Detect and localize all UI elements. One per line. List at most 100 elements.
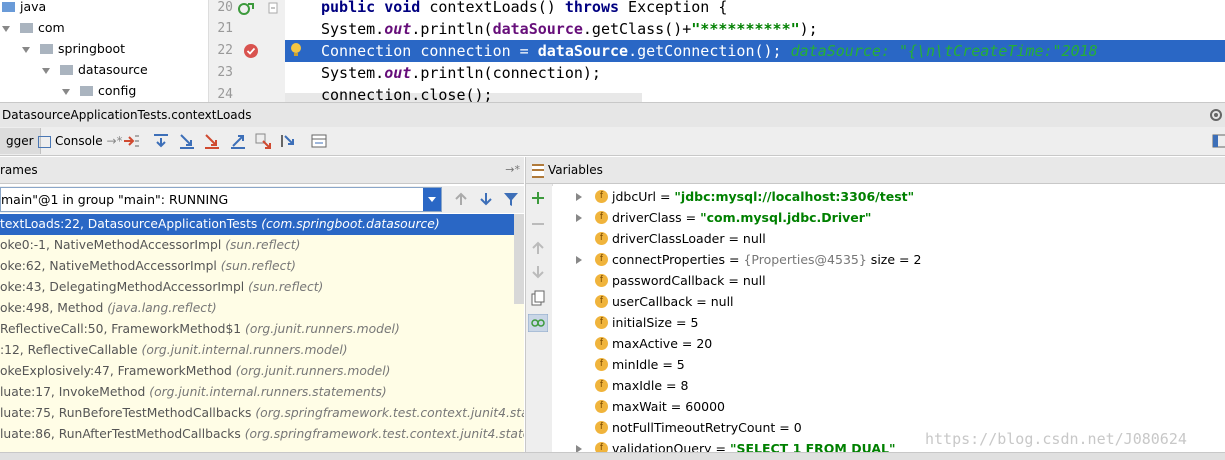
frames-list[interactable]: textLoads:22, DatasourceApplicationTests… [0,214,524,459]
copy-icon[interactable] [530,290,546,306]
frame-method: :12, ReflectiveCallable [0,343,138,357]
frame-item[interactable]: ReflectiveCall:50, FrameworkMethod$1 (or… [0,319,524,340]
expand-arrow-icon[interactable] [576,256,582,264]
drop-frame-icon[interactable] [254,132,272,150]
variable-row[interactable]: f driverClassLoader = null [552,228,1225,249]
frame-item[interactable]: luate:86, RunAfterTestMethodCallbacks (o… [0,424,524,445]
line-number: 21 [217,21,233,36]
next-frame-icon[interactable] [478,191,494,207]
chevron-down-icon[interactable] [22,46,30,53]
show-execution-point-icon[interactable] [122,132,140,150]
variable-name: maxWait [612,399,667,414]
field-icon: f [595,337,608,350]
variable-name: passwordCallback [612,273,725,288]
variables-list[interactable]: f jdbcUrl = "jdbc:mysql://localhost:3306/… [552,186,1225,459]
variable-row[interactable]: f jdbcUrl = "jdbc:mysql://localhost:3306/… [552,186,1225,207]
evaluate-expression-icon[interactable] [310,132,328,150]
variable-row[interactable]: f userCallback = null [552,291,1225,312]
frame-item[interactable]: luate:17, InvokeMethod (org.junit.intern… [0,382,524,403]
field-icon: f [595,316,608,329]
force-step-into-icon[interactable] [203,132,221,150]
variables-side-toolbar [525,184,553,459]
variable-equals: = [725,252,744,267]
variable-row[interactable]: f maxIdle = 8 [552,375,1225,396]
previous-frame-icon[interactable] [453,191,469,207]
variable-value: 8 [680,378,689,393]
chevron-down-icon[interactable] [423,188,441,211]
variable-size: size = 2 [866,252,922,267]
new-watch-icon[interactable] [530,190,546,206]
tab-console[interactable]: Console →* [32,128,129,154]
frame-item[interactable]: luate:75, RunBeforeTestMethodCallbacks (… [0,403,524,424]
expand-arrow-icon[interactable] [576,193,582,201]
thread-dropdown[interactable]: main"@1 in group "main": RUNNING [0,187,442,212]
folder-icon [40,43,53,54]
frame-package: (sun.reflect) [220,259,296,273]
run-method-icon[interactable] [237,1,255,17]
folder-icon [2,1,15,12]
remove-watch-icon[interactable] [530,216,546,232]
step-over-icon[interactable] [152,132,170,150]
variable-row[interactable]: f initialSize = 5 [552,312,1225,333]
step-out-icon[interactable] [229,132,247,150]
frame-item[interactable]: oke:62, NativeMethodAccessorImpl (sun.re… [0,256,524,277]
chevron-down-icon[interactable] [62,88,70,95]
folder-icon [60,64,73,75]
chevron-down-icon[interactable] [42,67,50,74]
layout-icon[interactable] [1212,132,1225,150]
frame-item[interactable]: textLoads:22, DatasourceApplicationTests… [0,214,524,235]
line-number: 20 [217,0,233,15]
variable-row[interactable]: f passwordCallback = null [552,270,1225,291]
frames-scrollbar[interactable] [514,214,524,304]
frame-item[interactable]: okeExplosively:47, FrameworkMethod (org.… [0,361,524,382]
frame-method: oke:43, DelegatingMethodAccessorImpl [0,280,245,294]
field-icon: f [595,295,608,308]
inline-debug-value: dataSource: "{\n\tCreateTime:"2018 [781,42,1098,60]
variable-equals: = [692,294,711,309]
variable-equals: = [677,336,697,351]
filter-icon[interactable] [503,191,519,207]
breakpoint-icon[interactable] [243,43,259,59]
code-line-21: System.out.println(dataSource.getClass()… [321,20,818,38]
move-up-icon[interactable] [530,240,546,256]
variable-value: 5 [690,315,699,330]
variable-row[interactable]: f minIdle = 5 [552,354,1225,375]
show-watches-icon[interactable] [528,314,548,332]
tree-item-springboot[interactable]: springboot [22,38,125,59]
field-icon: f [595,190,608,203]
variable-name: maxIdle [612,378,663,393]
tree-item-datasource[interactable]: datasource [42,59,148,80]
pin-arrow-icon: →* [102,134,123,148]
variable-text: notFullTimeoutRetryCount = 0 [612,417,802,438]
frame-item[interactable]: oke0:-1, NativeMethodAccessorImpl (sun.r… [0,235,524,256]
frame-item[interactable]: oke:498, Method (java.lang.reflect) [0,298,524,319]
variable-row[interactable]: f maxActive = 20 [552,333,1225,354]
code-line-20: public void contextLoads() throws Except… [321,0,728,16]
frame-method: ReflectiveCall:50, FrameworkMethod$1 [0,322,242,336]
variable-equals: = [724,273,743,288]
tree-item-config[interactable]: config [62,80,136,101]
variable-value: null [742,231,766,246]
variable-row[interactable]: f driverClass = "com.mysql.jdbc.Driver" [552,207,1225,228]
move-down-icon[interactable] [530,264,546,280]
fold-icon[interactable] [268,2,278,14]
chevron-down-icon[interactable] [2,25,10,32]
variable-row[interactable]: f connectProperties = {Properties@4535} s… [552,249,1225,270]
line-number: 24 [217,87,233,102]
tree-item-java[interactable]: java [2,0,46,17]
run-to-cursor-icon[interactable] [279,132,297,150]
variable-value: 5 [676,357,685,372]
variable-text: maxIdle = 8 [612,375,688,396]
variable-text: driverClass = "com.mysql.jdbc.Driver" [612,207,871,228]
frame-item[interactable]: :12, ReflectiveCallable (org.junit.inter… [0,340,524,361]
lightbulb-icon[interactable] [289,42,303,58]
pin-icon[interactable]: →* [505,157,520,183]
gear-icon[interactable] [1209,108,1223,122]
field-icon: f [595,253,608,266]
variable-text: passwordCallback = null [612,270,766,291]
step-into-icon[interactable] [178,132,196,150]
tree-item-com[interactable]: com [2,17,65,38]
frame-item[interactable]: oke:43, DelegatingMethodAccessorImpl (su… [0,277,524,298]
variable-row[interactable]: f maxWait = 60000 [552,396,1225,417]
expand-arrow-icon[interactable] [576,214,582,222]
